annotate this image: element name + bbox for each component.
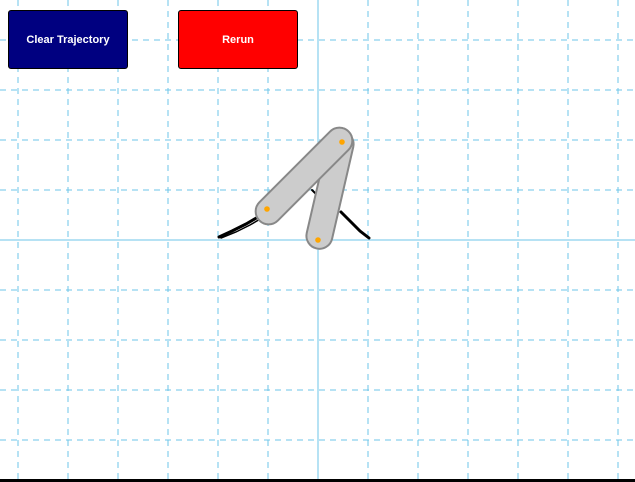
clear-trajectory-button[interactable]: Clear Trajectory — [8, 10, 128, 69]
joint-marker-icon — [264, 206, 270, 212]
rerun-button[interactable]: Rerun — [178, 10, 298, 69]
trajectory-right-branch — [339, 210, 371, 240]
simulation-canvas — [0, 0, 635, 482]
joint-marker-icon — [339, 139, 345, 145]
two-link-robot-arm-icon[interactable] — [250, 122, 357, 251]
trajectory-left-branch-thin — [220, 217, 263, 239]
joint-marker-icon — [315, 237, 321, 243]
